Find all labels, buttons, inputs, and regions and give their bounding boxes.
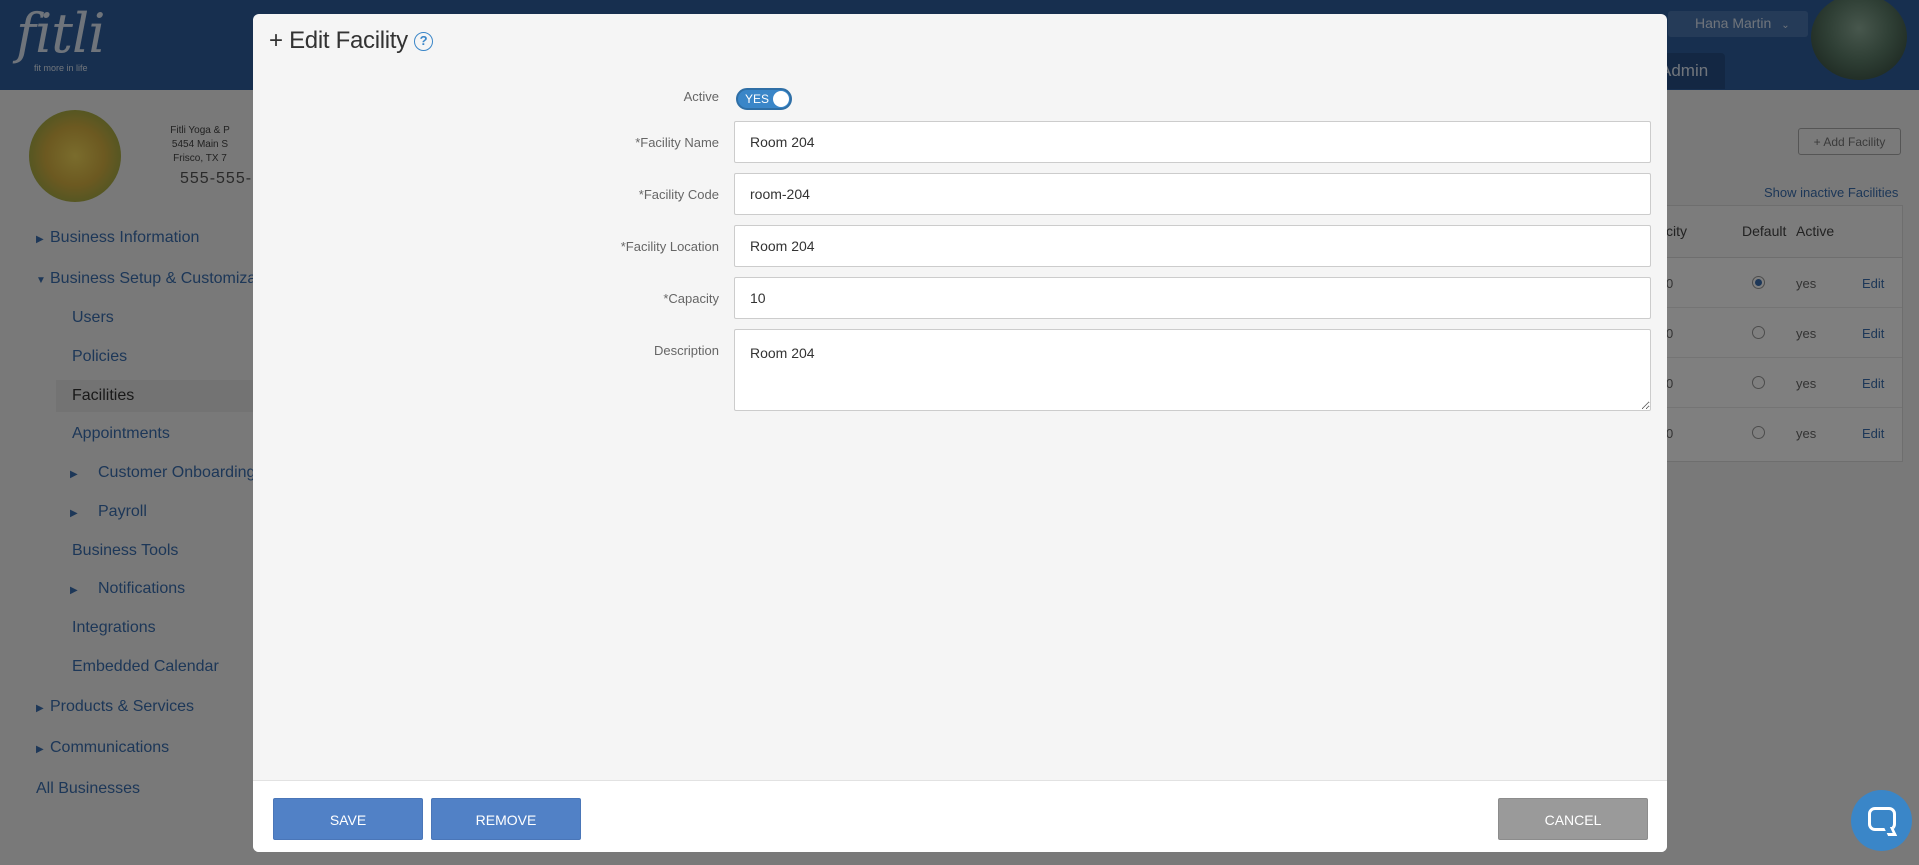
facility-name-label: *Facility Name — [635, 135, 719, 150]
facility-location-input[interactable] — [734, 225, 1651, 267]
chat-icon-tail — [1883, 827, 1898, 836]
active-toggle-label: YES — [745, 92, 770, 106]
form-labels: Active *Facility Name *Facility Code *Fa… — [253, 14, 719, 852]
active-toggle[interactable]: YES — [736, 88, 792, 110]
chat-button[interactable] — [1851, 790, 1912, 851]
facility-code-label: *Facility Code — [638, 187, 719, 202]
description-label: Description — [653, 343, 719, 358]
modal-footer: SAVE REMOVE CANCEL — [253, 780, 1667, 852]
toggle-knob — [773, 91, 789, 107]
cancel-button[interactable]: CANCEL — [1498, 798, 1648, 840]
description-textarea[interactable]: Room 204 — [734, 329, 1651, 411]
active-label: Active — [683, 89, 719, 104]
facility-code-input[interactable] — [734, 173, 1651, 215]
edit-facility-modal: + Edit Facility? Active *Facility Name *… — [253, 14, 1667, 852]
capacity-input[interactable] — [734, 277, 1651, 319]
capacity-label: *Capacity — [663, 291, 719, 306]
remove-button[interactable]: REMOVE — [431, 798, 581, 840]
facility-name-input[interactable] — [734, 121, 1651, 163]
facility-location-label: *Facility Location — [620, 239, 719, 254]
save-button[interactable]: SAVE — [273, 798, 423, 840]
